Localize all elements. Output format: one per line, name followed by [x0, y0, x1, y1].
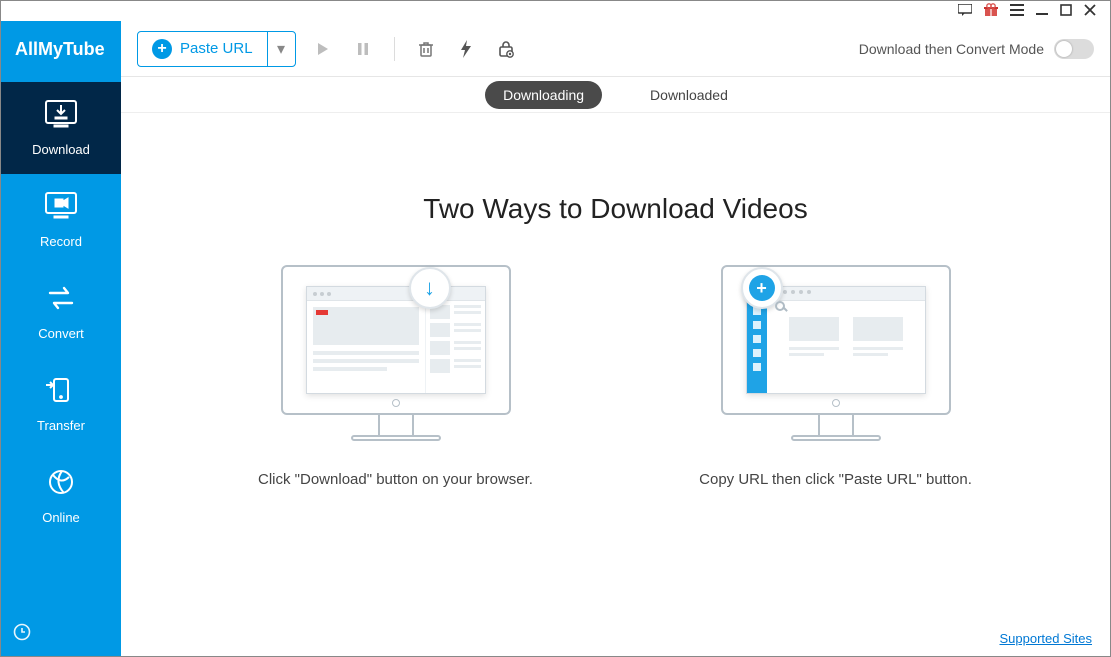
sidebar-item-download[interactable]: Download [1, 82, 121, 174]
paste-url-button[interactable]: + Paste URL [138, 32, 267, 66]
convert-mode: Download then Convert Mode [859, 39, 1094, 59]
supported-sites-link[interactable]: Supported Sites [999, 631, 1092, 646]
sidebar-item-convert[interactable]: Convert [1, 266, 121, 358]
way-browser-extension: ↓ Click "Download" button on your browse… [246, 265, 546, 492]
close-icon[interactable] [1084, 4, 1096, 18]
turbo-icon[interactable] [453, 36, 479, 62]
sidebar-item-label: Convert [38, 326, 84, 341]
system-bar [1, 1, 1110, 21]
sidebar-item-online[interactable]: Online [1, 450, 121, 542]
play-icon[interactable] [310, 36, 336, 62]
content-headline: Two Ways to Download Videos [161, 193, 1070, 225]
way-paste-url: + Copy URL then click "Paste URL" button… [686, 265, 986, 492]
schedule-icon[interactable] [13, 623, 31, 646]
sidebar-item-label: Online [42, 510, 80, 525]
minimize-icon[interactable] [1036, 4, 1048, 18]
tab-downloaded[interactable]: Downloaded [632, 81, 746, 109]
sidebar-item-label: Transfer [37, 418, 85, 433]
download-arrow-icon: ↓ [409, 267, 451, 309]
paste-url-dropdown[interactable]: ▾ [267, 32, 295, 66]
add-url-icon: + [741, 267, 783, 309]
convert-mode-toggle[interactable] [1054, 39, 1094, 59]
sidebar-item-label: Download [32, 142, 90, 157]
separator [394, 37, 395, 61]
gift-icon[interactable] [984, 3, 998, 19]
tabs-bar: Downloading Downloaded [121, 77, 1110, 113]
paste-url-label: Paste URL [180, 40, 253, 57]
trash-icon[interactable] [413, 36, 439, 62]
sidebar-item-record[interactable]: Record [1, 174, 121, 266]
toolbar: + Paste URL ▾ Download then Convert Mode [121, 21, 1110, 77]
app-title: AllMyTube [1, 21, 121, 82]
menu-icon[interactable] [1010, 4, 1024, 18]
download-icon [44, 99, 78, 132]
tab-downloading[interactable]: Downloading [485, 81, 602, 109]
plus-icon: + [152, 39, 172, 59]
sidebar: AllMyTube Download Record Convert Transf… [1, 21, 121, 656]
monitor-illustration: ↓ [281, 265, 511, 441]
online-icon [44, 467, 78, 500]
way1-caption: Click "Download" button on your browser. [258, 469, 533, 492]
content: Two Ways to Download Videos [121, 113, 1110, 656]
convert-mode-label: Download then Convert Mode [859, 41, 1044, 57]
feedback-icon[interactable] [958, 4, 972, 18]
sidebar-item-label: Record [40, 234, 82, 249]
main-area: + Paste URL ▾ Download then Convert Mode… [121, 21, 1110, 656]
paste-url-group: + Paste URL ▾ [137, 31, 296, 67]
sidebar-item-transfer[interactable]: Transfer [1, 358, 121, 450]
convert-icon [44, 283, 78, 316]
monitor-illustration: + [721, 265, 951, 441]
transfer-icon [44, 375, 78, 408]
way2-caption: Copy URL then click "Paste URL" button. [699, 469, 972, 492]
maximize-icon[interactable] [1060, 4, 1072, 18]
pause-icon[interactable] [350, 36, 376, 62]
record-icon [44, 191, 78, 224]
privacy-icon[interactable] [493, 36, 519, 62]
